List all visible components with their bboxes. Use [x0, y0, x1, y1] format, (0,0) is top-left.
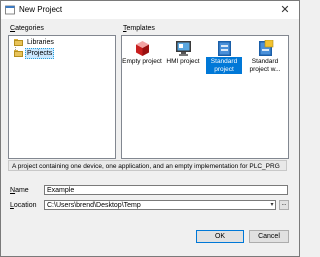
category-item-projects[interactable]: Projects — [14, 48, 55, 59]
location-label: Location — [10, 202, 37, 209]
chevron-down-icon[interactable]: ▾ — [268, 201, 276, 209]
name-input[interactable]: Example — [44, 185, 288, 195]
templates-list[interactable]: Empty project HMI project Standard proje… — [121, 35, 289, 159]
categories-tree[interactable]: Libraries Projects — [8, 35, 116, 159]
standard-project-with-app-icon — [259, 40, 274, 56]
folder-icon — [14, 50, 23, 57]
category-item-libraries[interactable]: Libraries — [14, 38, 56, 47]
category-label-libraries: Libraries — [27, 39, 54, 46]
template-hmi-project[interactable]: HMI project — [163, 38, 203, 76]
category-label-projects: Projects — [25, 48, 55, 59]
template-standard-project[interactable]: Standard project — [204, 38, 244, 76]
app-icon — [5, 5, 15, 15]
template-label: Standard project — [210, 58, 238, 73]
template-label: Empty project — [122, 58, 162, 65]
folder-icon — [14, 39, 23, 46]
template-label: Standard project w... — [249, 58, 281, 73]
hmi-project-icon — [176, 41, 191, 56]
categories-label: Categories — [10, 25, 44, 32]
template-standard-project-with-app[interactable]: Standard project w... — [245, 38, 285, 76]
standard-project-icon — [218, 41, 231, 56]
window-title: New Project — [19, 5, 63, 14]
template-label: HMI project — [166, 58, 200, 65]
template-description: A project containing one device, one app… — [8, 160, 287, 171]
browse-button[interactable]: ... — [279, 200, 289, 210]
cancel-button[interactable]: Cancel — [249, 230, 289, 243]
ok-button[interactable]: OK — [196, 230, 244, 243]
name-label: Name — [10, 187, 29, 194]
location-input[interactable]: C:\Users\brend\Desktop\Temp — [44, 200, 276, 210]
empty-project-icon — [136, 41, 149, 56]
templates-label: Templates — [123, 25, 155, 32]
title-bar[interactable]: New Project ✕ — [1, 1, 299, 19]
close-button[interactable]: ✕ — [273, 1, 297, 19]
template-empty-project[interactable]: Empty project — [122, 38, 162, 76]
